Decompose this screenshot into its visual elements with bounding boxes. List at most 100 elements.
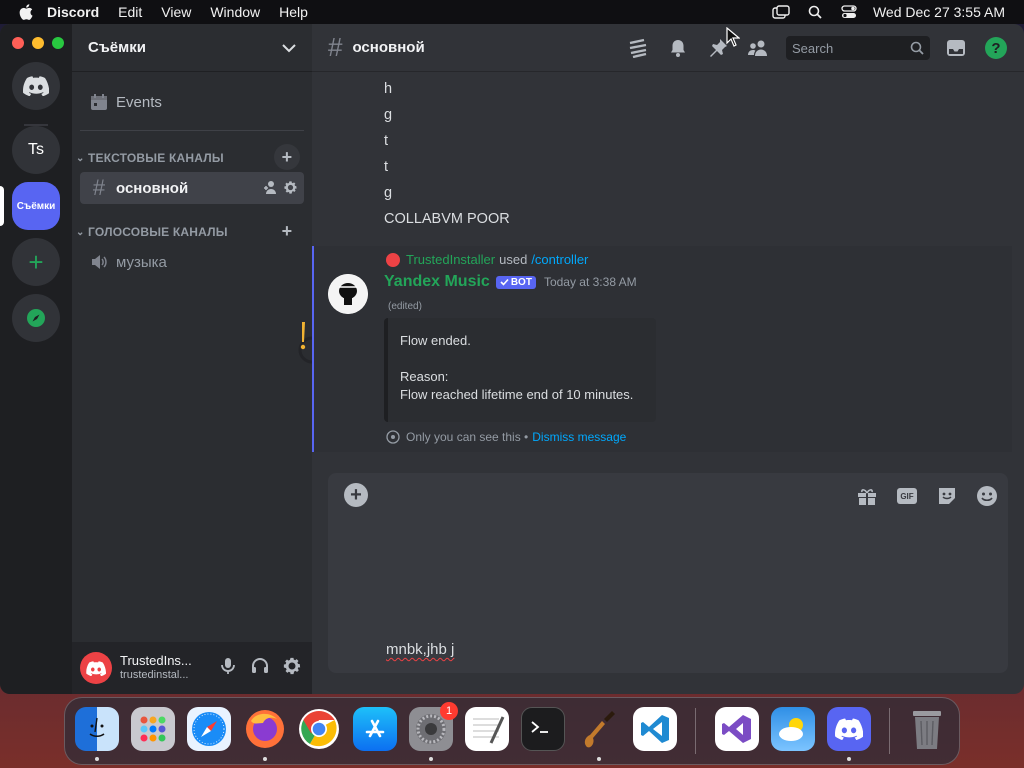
- member-list-button[interactable]: [746, 36, 770, 60]
- members-icon: [748, 40, 767, 56]
- embed-spacer: [400, 350, 644, 368]
- user-info[interactable]: TrustedIns... trustedinstal...: [120, 653, 192, 683]
- vscode-icon[interactable]: [633, 707, 677, 751]
- plus-icon: +: [28, 246, 44, 277]
- embed-line: Flow ended.: [400, 333, 471, 348]
- guild-header[interactable]: Съёмки: [72, 24, 312, 72]
- menu-clock[interactable]: Wed Dec 27 3:55 AM: [873, 4, 1005, 20]
- minimize-window-button[interactable]: [32, 37, 44, 49]
- gift-button[interactable]: [854, 483, 880, 509]
- discord-icon[interactable]: [827, 707, 871, 751]
- message-text: g: [384, 107, 393, 123]
- running-indicator: [847, 757, 851, 761]
- reply-command[interactable]: /controller: [531, 252, 588, 267]
- dismiss-message-link[interactable]: Dismiss message: [532, 430, 626, 444]
- message-text: t: [384, 159, 389, 175]
- server-semki[interactable]: Съёмки: [12, 182, 60, 230]
- spotlight-search-icon[interactable]: [805, 4, 825, 20]
- eye-icon: [386, 430, 400, 444]
- control-center-icon[interactable]: [839, 4, 859, 20]
- menu-app-name[interactable]: Discord: [47, 4, 99, 20]
- inbox-button[interactable]: [944, 36, 968, 60]
- avatar[interactable]: [80, 652, 112, 684]
- textedit-icon[interactable]: [465, 707, 509, 751]
- headphones-icon[interactable]: [250, 656, 270, 676]
- server-ts-label: Ts: [28, 141, 44, 158]
- search-input[interactable]: Search: [786, 36, 930, 60]
- check-icon: [500, 278, 509, 286]
- dock: 1: [64, 697, 960, 765]
- emoji-button[interactable]: [974, 483, 1000, 509]
- discord-window: Ts Съёмки + Съёмки Events ⌄ ТЕКСТОВЫЕ КА…: [0, 24, 1024, 694]
- zoom-window-button[interactable]: [52, 37, 64, 49]
- app-store-icon[interactable]: [353, 707, 397, 751]
- calendar-icon: [91, 94, 107, 110]
- notification-settings-button[interactable]: [666, 36, 690, 60]
- active-server-pill: [0, 186, 4, 226]
- ephemeral-text: Only you can see this •: [406, 430, 529, 444]
- microphone-icon[interactable]: [218, 656, 238, 676]
- category-text-channels[interactable]: ⌄ ТЕКСТОВЫЕ КАНАЛЫ +: [76, 144, 304, 170]
- update-warning-icon[interactable]: [288, 314, 314, 364]
- firefox-icon[interactable]: [243, 707, 287, 751]
- trash-icon[interactable]: [905, 707, 949, 751]
- channel-label: основной: [116, 179, 189, 197]
- message-text: h: [384, 81, 393, 97]
- explore-servers-button[interactable]: [12, 294, 60, 342]
- finder-icon[interactable]: [75, 707, 119, 751]
- bell-icon: [671, 40, 685, 57]
- stage-manager-icon[interactable]: [771, 4, 791, 20]
- menu-bar: Discord Edit View Window Help Wed Dec 27…: [0, 0, 1024, 24]
- sticker-icon: [939, 488, 955, 504]
- gear-icon[interactable]: [283, 180, 298, 195]
- message-composer[interactable]: + GIF mnbk,jhb j: [328, 473, 1008, 673]
- close-window-button[interactable]: [12, 37, 24, 49]
- composer-text: mnbk,jhb j: [386, 641, 455, 658]
- sticker-button[interactable]: [934, 483, 960, 509]
- menu-help[interactable]: Help: [279, 4, 308, 20]
- chrome-icon[interactable]: [297, 707, 341, 751]
- terminal-icon[interactable]: [521, 707, 565, 751]
- visual-studio-icon[interactable]: [715, 707, 759, 751]
- edited-marker: (edited): [388, 301, 422, 312]
- create-voice-channel-button[interactable]: +: [274, 218, 300, 244]
- garageband-icon[interactable]: [577, 707, 621, 751]
- upload-button[interactable]: +: [344, 483, 368, 507]
- threads-button[interactable]: [626, 36, 650, 60]
- message-text: g: [384, 185, 393, 201]
- threads-icon: [629, 38, 647, 58]
- menu-view[interactable]: View: [161, 4, 191, 20]
- apple-menu-icon[interactable]: [17, 3, 35, 21]
- menu-window[interactable]: Window: [210, 4, 260, 20]
- events-label: Events: [116, 93, 162, 111]
- weather-icon[interactable]: [771, 707, 815, 751]
- category-voice-channels[interactable]: ⌄ ГОЛОСОВЫЕ КАНАЛЫ +: [76, 221, 304, 242]
- emoji-icon: [977, 486, 997, 506]
- direct-messages-button[interactable]: [12, 62, 60, 110]
- create-text-channel-button[interactable]: +: [274, 144, 300, 170]
- add-server-button[interactable]: +: [12, 238, 60, 286]
- channel-osnovnoy[interactable]: # основной: [80, 172, 304, 204]
- server-ts[interactable]: Ts: [12, 126, 60, 174]
- channel-muzyka[interactable]: музыка: [80, 246, 304, 278]
- ephemeral-notice: Only you can see this • Dismiss message: [386, 430, 626, 444]
- menu-edit[interactable]: Edit: [118, 4, 142, 20]
- dock-separator: [695, 708, 696, 754]
- server-rail: Ts Съёмки +: [0, 24, 72, 694]
- avatar[interactable]: [328, 274, 368, 314]
- server-semki-label: Съёмки: [16, 200, 56, 212]
- reply-username[interactable]: TrustedInstaller: [406, 252, 495, 267]
- bot-badge-label: BOT: [510, 276, 532, 288]
- safari-icon[interactable]: [187, 707, 231, 751]
- help-button[interactable]: ?: [984, 36, 1008, 60]
- help-icon: ?: [985, 37, 1007, 59]
- invite-member-icon[interactable]: [263, 180, 277, 194]
- gif-button[interactable]: GIF: [894, 483, 920, 509]
- category-label: ТЕКСТОВЫЕ КАНАЛЫ: [88, 151, 224, 165]
- system-settings-icon[interactable]: 1: [409, 702, 458, 751]
- message-author[interactable]: Yandex Music: [384, 273, 490, 291]
- user-settings-gear-icon[interactable]: [282, 656, 302, 676]
- events-link[interactable]: Events: [80, 88, 304, 116]
- launchpad-icon[interactable]: [131, 707, 175, 751]
- discord-logo-icon: [23, 76, 49, 96]
